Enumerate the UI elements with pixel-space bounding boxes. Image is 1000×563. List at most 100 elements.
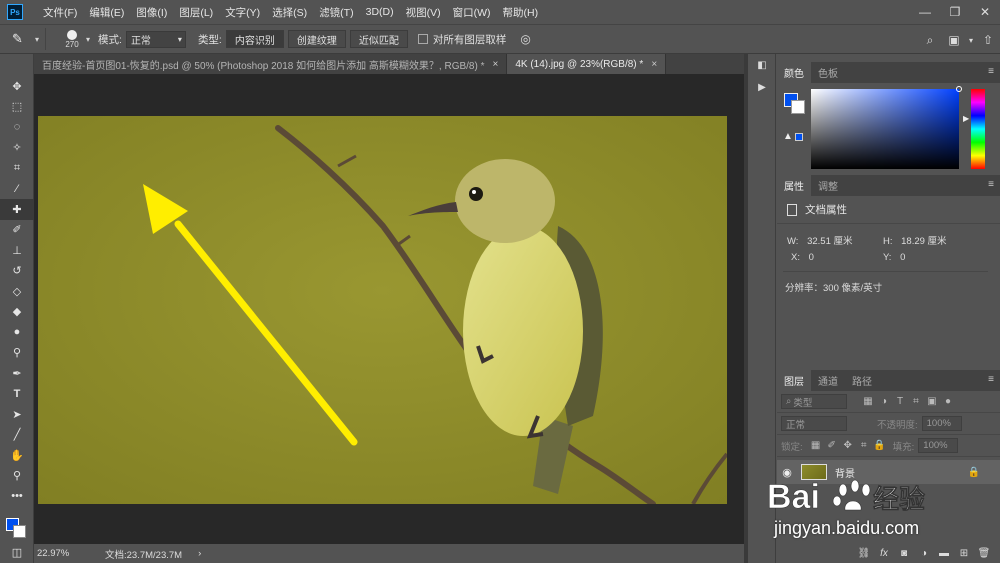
- sample-all-layers-checkbox[interactable]: [417, 34, 428, 44]
- eyedropper-tool-icon[interactable]: ⁄: [0, 179, 34, 200]
- link-layers-icon[interactable]: ⛓: [854, 548, 874, 559]
- paint-bucket-tool-icon[interactable]: ◆: [0, 302, 34, 323]
- panel-menu-icon[interactable]: ≡: [988, 374, 994, 385]
- move-tool-icon[interactable]: ✥: [0, 76, 34, 97]
- hand-tool-icon[interactable]: ✋: [0, 445, 34, 466]
- lock-position-icon[interactable]: ✥: [841, 440, 855, 451]
- type-tool-icon[interactable]: T: [0, 384, 34, 405]
- quick-mask-icon[interactable]: ◫: [0, 542, 34, 563]
- restore-icon[interactable]: ❐: [940, 5, 970, 19]
- lock-image-icon[interactable]: ✐: [825, 440, 839, 451]
- close-icon[interactable]: ✕: [970, 5, 1000, 19]
- layer-filter-select[interactable]: ⌕ 类型: [781, 394, 847, 409]
- blend-mode-select[interactable]: 正常: [781, 416, 847, 431]
- tool-preset-picker[interactable]: ✎ ▾: [6, 28, 46, 50]
- lock-transparent-icon[interactable]: ▦: [809, 440, 823, 451]
- search-icon[interactable]: ⌕: [918, 33, 942, 48]
- new-adjustment-icon[interactable]: ◑: [914, 548, 934, 559]
- zoom-tool-icon[interactable]: ⚲: [0, 466, 34, 487]
- opacity-input[interactable]: 100%: [921, 416, 962, 431]
- workspace-icon[interactable]: ▣: [942, 33, 966, 47]
- menu-window[interactable]: 窗口(W): [447, 5, 497, 20]
- zoom-level[interactable]: 22.97%: [37, 548, 97, 559]
- proximity-match-button[interactable]: 近似匹配: [349, 30, 408, 48]
- filter-pixel-icon[interactable]: ▦: [861, 396, 875, 407]
- menu-type[interactable]: 文字(Y): [219, 5, 266, 20]
- color-picker-cursor[interactable]: [956, 86, 962, 92]
- menu-select[interactable]: 选择(S): [266, 5, 313, 20]
- filter-adjustment-icon[interactable]: ◑: [877, 396, 891, 407]
- tab-paths[interactable]: 路径: [845, 370, 879, 391]
- y-value[interactable]: 0: [900, 252, 905, 263]
- layer-style-icon[interactable]: fx: [874, 548, 894, 559]
- new-group-icon[interactable]: ▬: [934, 548, 954, 559]
- history-brush-tool-icon[interactable]: ↺: [0, 261, 34, 282]
- add-mask-icon[interactable]: ◙: [894, 548, 914, 559]
- panel-menu-icon[interactable]: ≡: [988, 66, 994, 77]
- brush-size-picker[interactable]: 270: [54, 29, 90, 49]
- hue-slider-arrow-icon[interactable]: ▶: [963, 114, 969, 123]
- minimize-icon[interactable]: —: [910, 5, 940, 19]
- panel-menu-icon[interactable]: ≡: [988, 179, 994, 190]
- fill-input[interactable]: 100%: [918, 438, 959, 453]
- close-icon[interactable]: ×: [651, 59, 657, 70]
- tab-channels[interactable]: 通道: [811, 370, 845, 391]
- healing-brush-tool-icon[interactable]: ✚: [0, 199, 34, 220]
- delete-layer-icon[interactable]: 🗑: [974, 548, 994, 559]
- lasso-tool-icon[interactable]: ◌: [0, 117, 34, 138]
- tab-layers[interactable]: 图层: [777, 370, 811, 391]
- new-layer-icon[interactable]: ⊞: [954, 548, 974, 559]
- magic-wand-tool-icon[interactable]: ✧: [0, 138, 34, 159]
- marquee-tool-icon[interactable]: ⬚: [0, 97, 34, 118]
- color-picker-field[interactable]: [811, 86, 962, 169]
- content-aware-button[interactable]: 内容识别: [225, 30, 284, 48]
- path-selection-tool-icon[interactable]: ➤: [0, 404, 34, 425]
- tab-document-2[interactable]: 4K (14).jpg @ 23%(RGB/8) * ×: [507, 54, 667, 74]
- brush-tool-icon[interactable]: ✐: [0, 220, 34, 241]
- blur-tool-icon[interactable]: ●: [0, 322, 34, 343]
- actions-panel-icon[interactable]: ▶: [748, 76, 776, 98]
- create-texture-button[interactable]: 创建纹理: [287, 30, 346, 48]
- hue-slider[interactable]: [971, 89, 985, 169]
- menu-image[interactable]: 图像(I): [130, 5, 173, 20]
- filter-smart-object-icon[interactable]: ▣: [925, 396, 939, 407]
- lock-artboard-icon[interactable]: ⌗: [857, 440, 871, 451]
- menu-help[interactable]: 帮助(H): [497, 5, 545, 20]
- menu-view[interactable]: 视图(V): [400, 5, 447, 20]
- pressure-icon[interactable]: ◎: [520, 32, 530, 46]
- eraser-tool-icon[interactable]: ◇: [0, 281, 34, 302]
- tab-swatches[interactable]: 色板: [811, 62, 845, 83]
- dodge-tool-icon[interactable]: ⚲: [0, 343, 34, 364]
- tab-color[interactable]: 颜色: [777, 62, 811, 83]
- more-tools-icon[interactable]: •••: [0, 486, 34, 507]
- share-icon[interactable]: ⇧: [976, 33, 1000, 47]
- filter-shape-icon[interactable]: ⌗: [909, 396, 923, 407]
- crop-tool-icon[interactable]: ⌗: [0, 158, 34, 179]
- tab-document-1[interactable]: 百度经验-首页图01-恢复的.psd @ 50% (Photoshop 2018…: [34, 54, 508, 74]
- menu-file[interactable]: 文件(F): [37, 5, 83, 20]
- background-color-swatch[interactable]: [791, 100, 805, 114]
- canvas-workarea[interactable]: [34, 74, 744, 544]
- tab-properties[interactable]: 属性: [777, 175, 811, 196]
- menu-layer[interactable]: 图层(L): [173, 5, 219, 20]
- background-color-swatch[interactable]: [13, 525, 26, 538]
- gamut-color-swatch[interactable]: [795, 133, 803, 141]
- tab-adjustments[interactable]: 调整: [811, 175, 845, 196]
- menu-filter[interactable]: 滤镜(T): [313, 5, 359, 20]
- menu-edit[interactable]: 编辑(E): [83, 5, 130, 20]
- close-icon[interactable]: ×: [492, 59, 498, 70]
- mode-select[interactable]: 正常 ▾: [125, 30, 186, 48]
- pen-tool-icon[interactable]: ✒: [0, 363, 34, 384]
- lock-all-icon[interactable]: 🔒: [873, 440, 887, 451]
- filter-type-icon[interactable]: T: [893, 396, 907, 407]
- clone-stamp-tool-icon[interactable]: ⊥: [0, 240, 34, 261]
- line-tool-icon[interactable]: ╱: [0, 425, 34, 446]
- menu-3d[interactable]: 3D(D): [360, 6, 400, 18]
- chevron-right-icon[interactable]: ›: [198, 548, 201, 559]
- document-canvas[interactable]: [38, 116, 727, 504]
- height-value[interactable]: 18.29 厘米: [901, 236, 946, 247]
- x-value[interactable]: 0: [809, 252, 814, 263]
- filter-toggle-icon[interactable]: ●: [941, 396, 955, 407]
- history-panel-icon[interactable]: ◧: [748, 54, 776, 76]
- chevron-down-icon[interactable]: ▾: [966, 36, 976, 45]
